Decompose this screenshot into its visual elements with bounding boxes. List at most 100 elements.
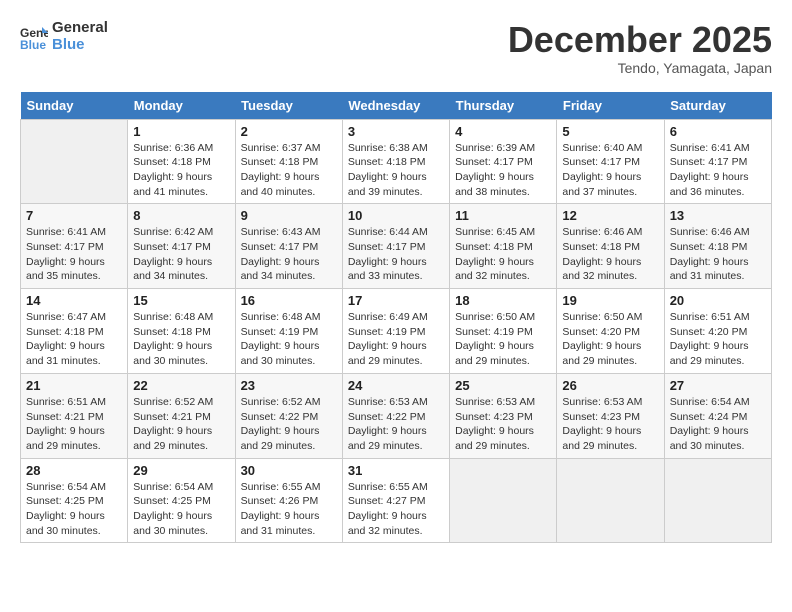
day-number: 6 [670,124,766,139]
day-number: 26 [562,378,658,393]
logo-line1: General [52,20,108,37]
calendar-cell: 3 Sunrise: 6:38 AMSunset: 4:18 PMDaylight… [342,119,449,204]
day-info: Sunrise: 6:39 AMSunset: 4:17 PMDaylight:… [455,141,551,200]
title-block: December 2025 Tendo, Yamagata, Japan [508,20,772,76]
calendar-cell: 29Sunrise: 6:54 AMSunset: 4:25 PMDayligh… [128,458,235,543]
calendar-cell: 27Sunrise: 6:54 AMSunset: 4:24 PMDayligh… [664,373,771,458]
calendar-cell: 11 Sunrise: 6:45 AMSunset: 4:18 PMDayligh… [450,204,557,289]
page-header: General Blue General Blue December 2025 … [20,20,772,76]
day-number: 4 [455,124,551,139]
day-number: 15 [133,293,229,308]
day-info: Sunrise: 6:55 AMSunset: 4:26 PMDaylight:… [241,480,337,539]
calendar-cell: 30 Sunrise: 6:55 AMSunset: 4:26 PMDayligh… [235,458,342,543]
calendar-cell: 6 Sunrise: 6:41 AMSunset: 4:17 PMDaylight… [664,119,771,204]
day-info: Sunrise: 6:52 AMSunset: 4:22 PMDaylight:… [241,395,337,454]
day-number: 7 [26,208,122,223]
day-info: Sunrise: 6:38 AMSunset: 4:18 PMDaylight:… [348,141,444,200]
calendar-week-row: 21Sunrise: 6:51 AMSunset: 4:21 PMDayligh… [21,373,772,458]
month-title: December 2025 [508,20,772,60]
weekday-header: Saturday [664,92,771,120]
day-number: 5 [562,124,658,139]
day-number: 2 [241,124,337,139]
day-info: Sunrise: 6:43 AMSunset: 4:17 PMDaylight:… [241,225,337,284]
day-info: Sunrise: 6:36 AMSunset: 4:18 PMDaylight:… [133,141,229,200]
calendar-cell [21,119,128,204]
day-number: 20 [670,293,766,308]
day-number: 12 [562,208,658,223]
day-number: 19 [562,293,658,308]
day-number: 27 [670,378,766,393]
calendar-cell: 21Sunrise: 6:51 AMSunset: 4:21 PMDayligh… [21,373,128,458]
calendar-cell: 23 Sunrise: 6:52 AMSunset: 4:22 PMDayligh… [235,373,342,458]
weekday-header: Tuesday [235,92,342,120]
day-number: 13 [670,208,766,223]
day-number: 17 [348,293,444,308]
weekday-header: Wednesday [342,92,449,120]
day-info: Sunrise: 6:54 AMSunset: 4:25 PMDaylight:… [26,480,122,539]
logo: General Blue General Blue [20,20,108,53]
day-info: Sunrise: 6:41 AMSunset: 4:17 PMDaylight:… [670,141,766,200]
calendar-table: SundayMondayTuesdayWednesdayThursdayFrid… [20,92,772,544]
weekday-header: Monday [128,92,235,120]
day-info: Sunrise: 6:45 AMSunset: 4:18 PMDaylight:… [455,225,551,284]
day-number: 14 [26,293,122,308]
day-number: 25 [455,378,551,393]
day-number: 8 [133,208,229,223]
day-number: 3 [348,124,444,139]
day-info: Sunrise: 6:49 AMSunset: 4:19 PMDaylight:… [348,310,444,369]
calendar-cell: 2Sunrise: 6:37 AMSunset: 4:18 PMDaylight… [235,119,342,204]
day-number: 24 [348,378,444,393]
day-info: Sunrise: 6:51 AMSunset: 4:21 PMDaylight:… [26,395,122,454]
calendar-cell: 18Sunrise: 6:50 AMSunset: 4:19 PMDayligh… [450,289,557,374]
day-number: 11 [455,208,551,223]
calendar-cell: 10 Sunrise: 6:44 AMSunset: 4:17 PMDayligh… [342,204,449,289]
day-info: Sunrise: 6:51 AMSunset: 4:20 PMDaylight:… [670,310,766,369]
day-info: Sunrise: 6:40 AMSunset: 4:17 PMDaylight:… [562,141,658,200]
day-info: Sunrise: 6:55 AMSunset: 4:27 PMDaylight:… [348,480,444,539]
calendar-cell: 5 Sunrise: 6:40 AMSunset: 4:17 PMDaylight… [557,119,664,204]
day-info: Sunrise: 6:52 AMSunset: 4:21 PMDaylight:… [133,395,229,454]
day-info: Sunrise: 6:50 AMSunset: 4:20 PMDaylight:… [562,310,658,369]
calendar-cell: 15 Sunrise: 6:48 AMSunset: 4:18 PMDayligh… [128,289,235,374]
day-info: Sunrise: 6:53 AMSunset: 4:23 PMDaylight:… [455,395,551,454]
calendar-cell: 4 Sunrise: 6:39 AMSunset: 4:17 PMDaylight… [450,119,557,204]
calendar-cell: 24Sunrise: 6:53 AMSunset: 4:22 PMDayligh… [342,373,449,458]
calendar-cell: 19 Sunrise: 6:50 AMSunset: 4:20 PMDayligh… [557,289,664,374]
calendar-cell: 12Sunrise: 6:46 AMSunset: 4:18 PMDayligh… [557,204,664,289]
calendar-cell: 25 Sunrise: 6:53 AMSunset: 4:23 PMDayligh… [450,373,557,458]
calendar-cell: 7 Sunrise: 6:41 AMSunset: 4:17 PMDaylight… [21,204,128,289]
day-info: Sunrise: 6:47 AMSunset: 4:18 PMDaylight:… [26,310,122,369]
day-number: 30 [241,463,337,478]
calendar-cell: 22 Sunrise: 6:52 AMSunset: 4:21 PMDayligh… [128,373,235,458]
day-info: Sunrise: 6:48 AMSunset: 4:19 PMDaylight:… [241,310,337,369]
calendar-week-row: 28 Sunrise: 6:54 AMSunset: 4:25 PMDayligh… [21,458,772,543]
day-info: Sunrise: 6:41 AMSunset: 4:17 PMDaylight:… [26,225,122,284]
day-number: 18 [455,293,551,308]
calendar-header-row: SundayMondayTuesdayWednesdayThursdayFrid… [21,92,772,120]
calendar-week-row: 7 Sunrise: 6:41 AMSunset: 4:17 PMDaylight… [21,204,772,289]
day-info: Sunrise: 6:53 AMSunset: 4:23 PMDaylight:… [562,395,658,454]
calendar-week-row: 1 Sunrise: 6:36 AMSunset: 4:18 PMDaylight… [21,119,772,204]
logo-line2: Blue [52,37,108,54]
calendar-week-row: 14 Sunrise: 6:47 AMSunset: 4:18 PMDayligh… [21,289,772,374]
day-number: 10 [348,208,444,223]
day-number: 9 [241,208,337,223]
day-info: Sunrise: 6:44 AMSunset: 4:17 PMDaylight:… [348,225,444,284]
weekday-header: Friday [557,92,664,120]
day-number: 22 [133,378,229,393]
calendar-cell: 28 Sunrise: 6:54 AMSunset: 4:25 PMDayligh… [21,458,128,543]
logo-icon: General Blue [20,23,48,51]
day-info: Sunrise: 6:46 AMSunset: 4:18 PMDaylight:… [670,225,766,284]
svg-text:Blue: Blue [20,38,46,51]
day-number: 29 [133,463,229,478]
day-number: 16 [241,293,337,308]
day-number: 1 [133,124,229,139]
calendar-cell: 13 Sunrise: 6:46 AMSunset: 4:18 PMDayligh… [664,204,771,289]
day-number: 23 [241,378,337,393]
day-number: 31 [348,463,444,478]
calendar-cell: 31 Sunrise: 6:55 AMSunset: 4:27 PMDayligh… [342,458,449,543]
calendar-cell: 8Sunrise: 6:42 AMSunset: 4:17 PMDaylight… [128,204,235,289]
day-number: 28 [26,463,122,478]
calendar-cell: 16 Sunrise: 6:48 AMSunset: 4:19 PMDayligh… [235,289,342,374]
day-info: Sunrise: 6:48 AMSunset: 4:18 PMDaylight:… [133,310,229,369]
